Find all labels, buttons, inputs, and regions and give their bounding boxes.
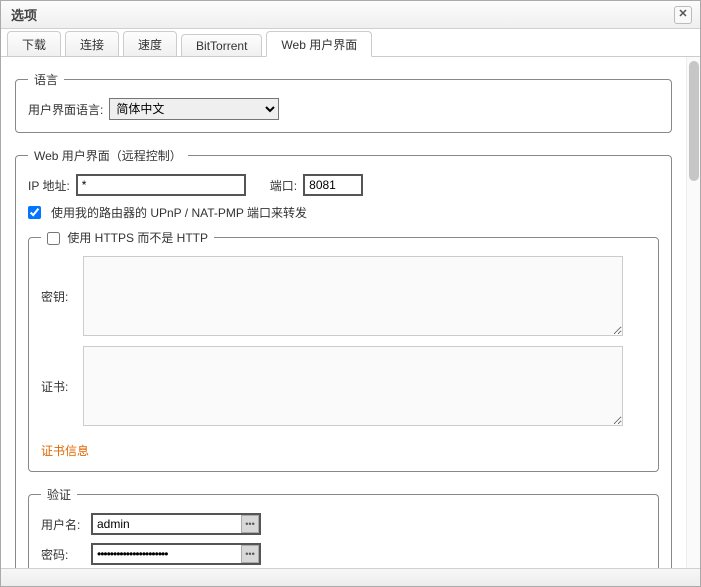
webui-legend: Web 用户界面（远程控制） [28,147,188,164]
cert-info-link[interactable]: 证书信息 [41,442,89,459]
language-fieldset: 语言 用户界面语言: 简体中文 [15,71,672,133]
key-label: 密钥: [41,288,73,305]
key-textarea[interactable] [83,256,623,336]
options-window: 选项 ✕ 下载 连接 速度 BitTorrent Web 用户界面 语言 用户界… [0,0,701,587]
webui-fieldset: Web 用户界面（远程控制） IP 地址: 端口: 使用我的路由器的 UPnP … [15,147,672,568]
auth-legend: 验证 [41,486,77,503]
upnp-label: 使用我的路由器的 UPnP / NAT-PMP 端口来转发 [51,204,307,221]
username-suggest-icon[interactable]: ••• [241,515,259,533]
tab-speed[interactable]: 速度 [123,31,177,57]
close-icon[interactable]: ✕ [674,6,692,24]
https-checkbox[interactable] [47,232,60,245]
https-fieldset: 使用 HTTPS 而不是 HTTP 密钥: 证书: 证书信息 [28,229,659,472]
ui-language-select[interactable]: 简体中文 [109,98,279,120]
cert-textarea[interactable] [83,346,623,426]
cert-label: 证书: [41,378,73,395]
password-label: 密码: [41,546,85,563]
ui-language-label: 用户界面语言: [28,101,103,118]
content: 语言 用户界面语言: 简体中文 Web 用户界面（远程控制） IP 地址: 端口… [1,57,686,568]
content-wrap: 语言 用户界面语言: 简体中文 Web 用户界面（远程控制） IP 地址: 端口… [1,57,700,568]
port-input[interactable] [303,174,363,196]
ip-input[interactable] [76,174,246,196]
port-label: 端口: [270,177,297,194]
tabbar: 下载 连接 速度 BitTorrent Web 用户界面 [1,29,700,57]
tab-bittorrent[interactable]: BitTorrent [181,34,262,57]
scrollbar-thumb[interactable] [689,61,699,181]
tab-download[interactable]: 下载 [7,31,61,57]
language-legend: 语言 [28,71,64,88]
password-input[interactable] [91,543,261,565]
window-title: 选项 [11,5,37,24]
titlebar: 选项 ✕ [1,1,700,29]
https-legend: 使用 HTTPS 而不是 HTTP [41,229,214,246]
tab-webui[interactable]: Web 用户界面 [266,31,372,57]
username-label: 用户名: [41,516,85,533]
upnp-checkbox[interactable] [28,206,41,219]
tab-connection[interactable]: 连接 [65,31,119,57]
https-legend-label: 使用 HTTPS 而不是 HTTP [67,231,208,245]
password-suggest-icon[interactable]: ••• [241,545,259,563]
auth-fieldset: 验证 用户名: ••• 密码: ••• [28,486,659,568]
ip-label: IP 地址: [28,177,70,194]
username-input[interactable] [91,513,261,535]
scrollbar[interactable] [686,57,700,568]
footer-bar [1,568,700,586]
